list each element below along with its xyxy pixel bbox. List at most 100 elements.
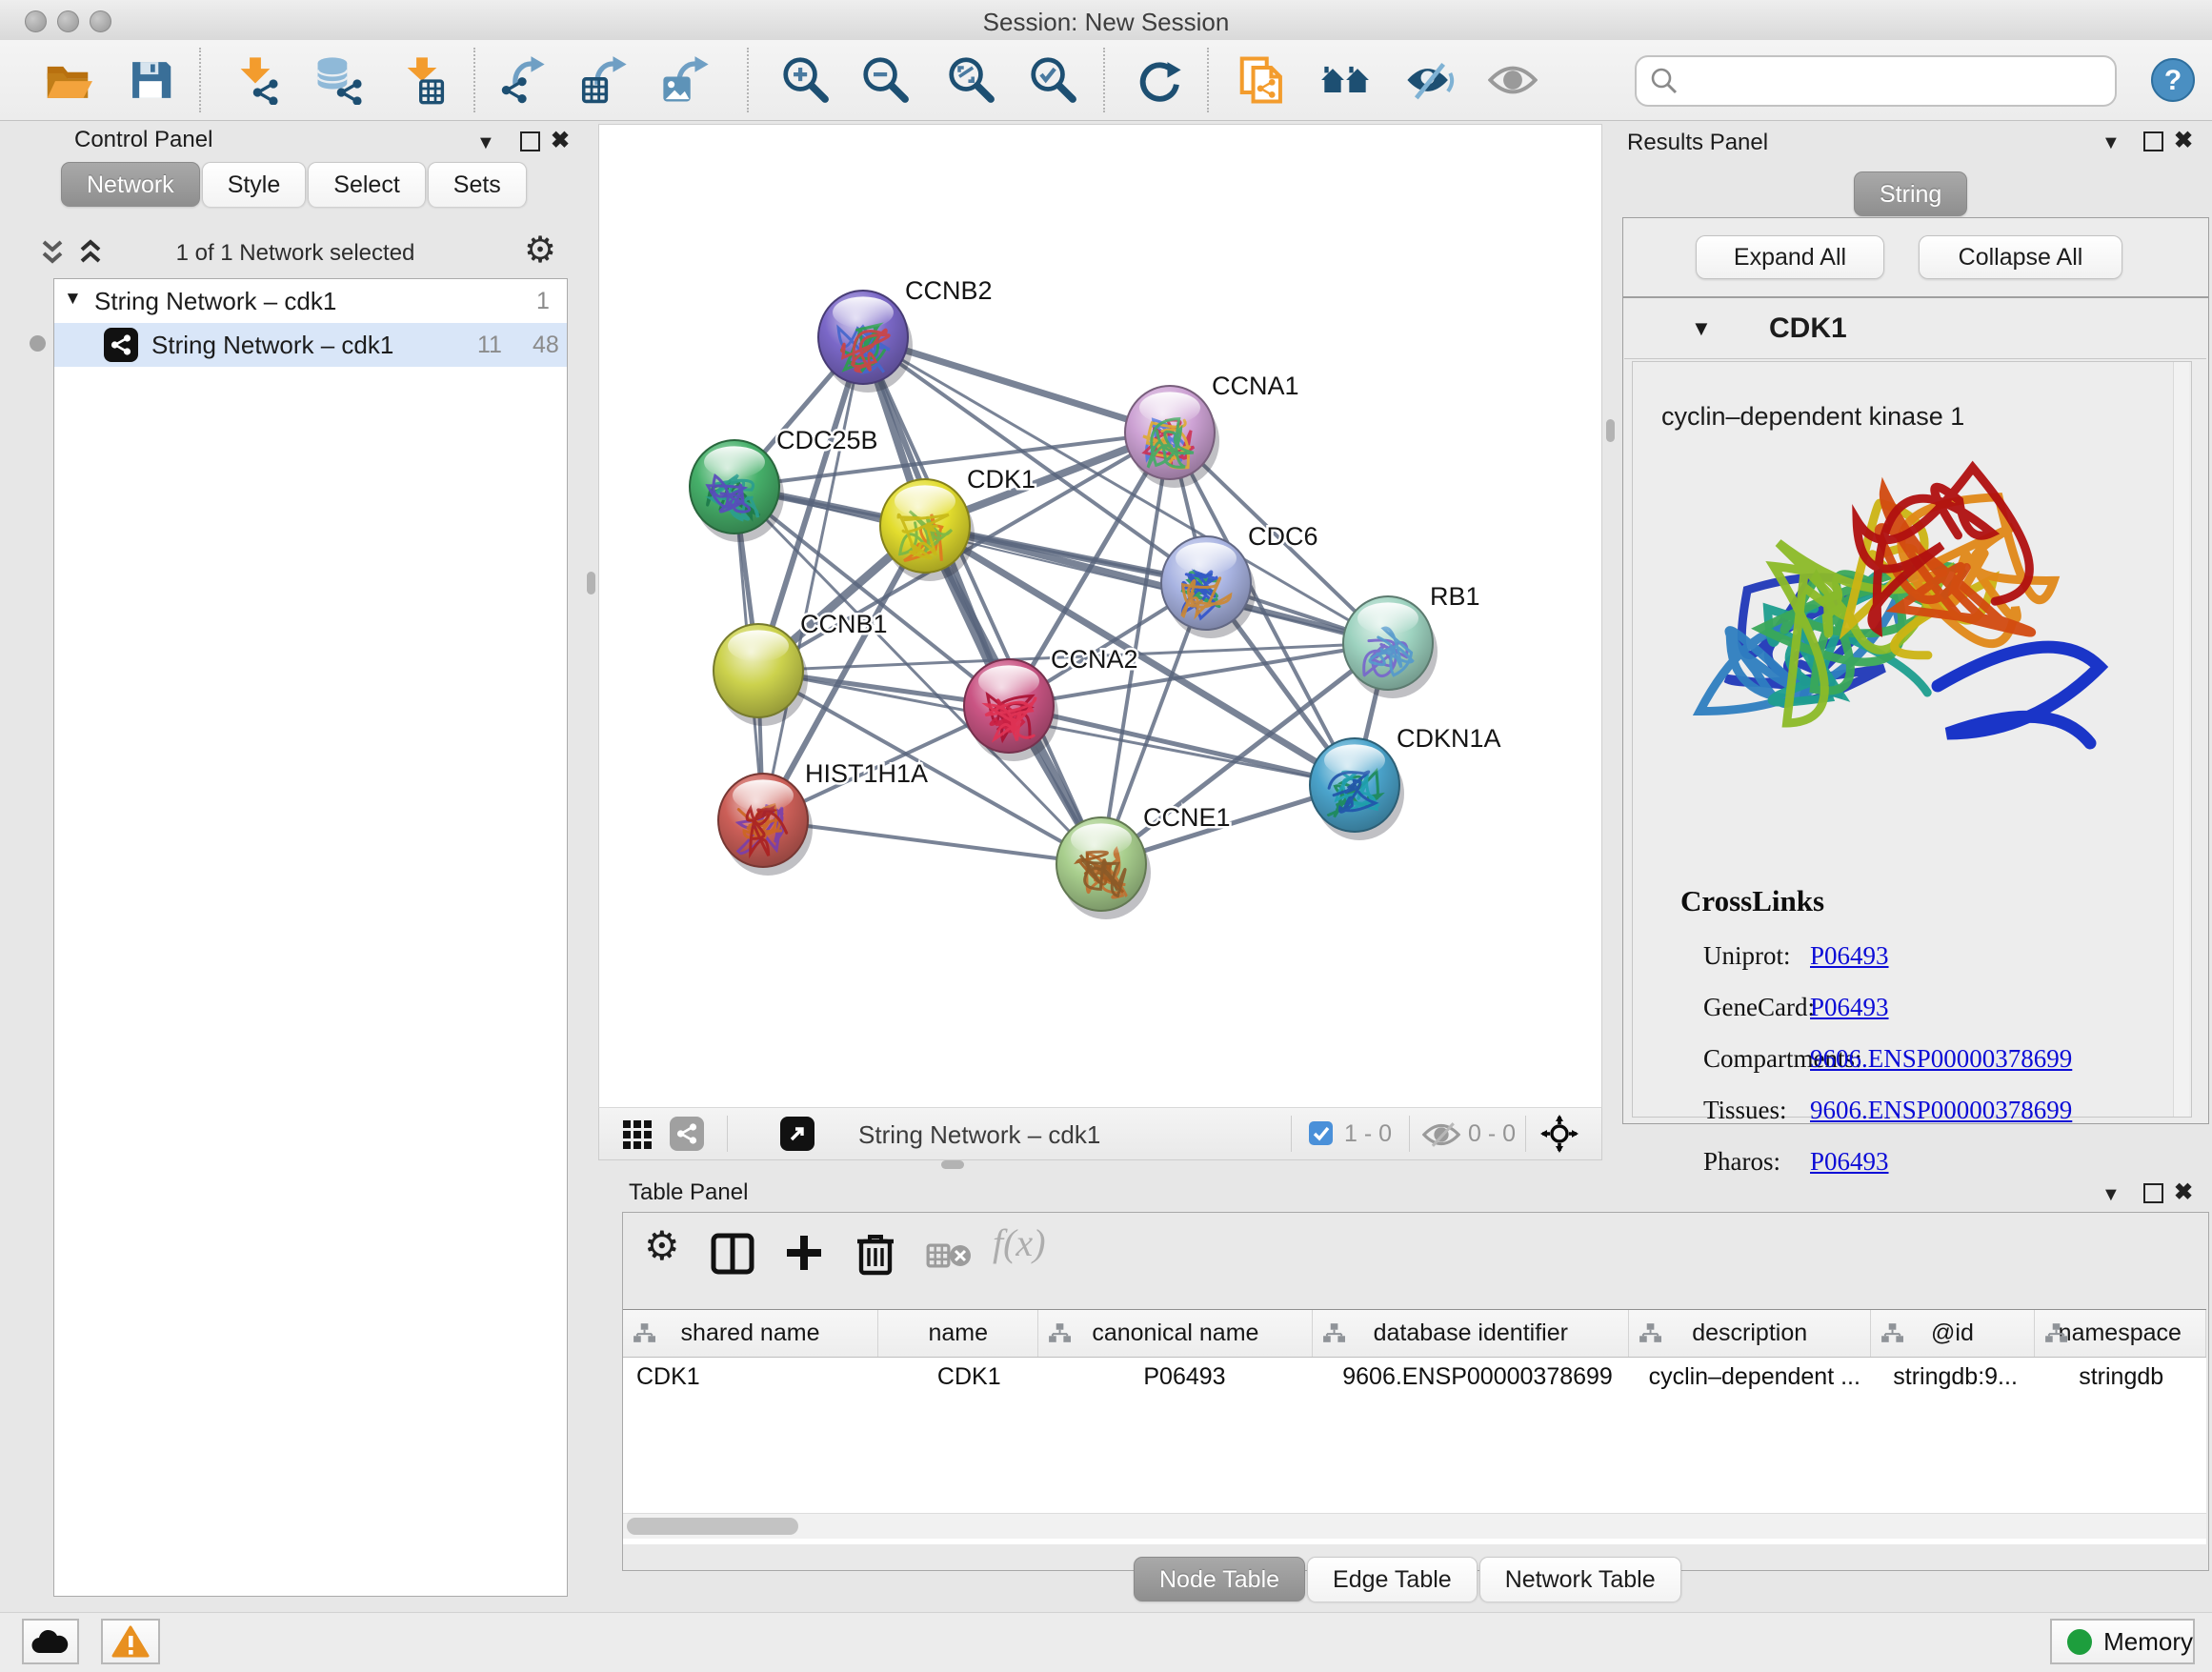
tab-edge-table[interactable]: Edge Table [1307,1557,1478,1601]
hide-selected-eye-slash-icon[interactable] [1405,55,1455,105]
help-button[interactable]: ? [2151,58,2195,102]
collapse-all-button[interactable]: Collapse All [1919,235,2122,279]
table-cell[interactable]: 9606.ENSP00000378699 [1320,1357,1634,1397]
network-node-CDKN1A[interactable]: CDKN1A [1310,724,1501,840]
delete-column-trash-icon[interactable] [855,1232,895,1276]
control-panel-close-icon[interactable]: ✖ [551,131,570,151]
crosslink-link[interactable]: P06493 [1810,941,1889,971]
table-cell[interactable]: cyclin–dependent ... [1635,1357,1875,1397]
search-input[interactable] [1684,61,2107,99]
center-view-crosshair-icon[interactable] [1540,1115,1579,1153]
network-collection-row[interactable]: ▼ String Network – cdk1 1 [54,279,567,323]
control-panel-float-icon[interactable] [520,131,540,151]
tab-network[interactable]: Network [61,162,200,207]
warnings-button[interactable] [101,1619,160,1664]
expand-all-button[interactable]: Expand All [1696,235,1884,279]
cloud-status-button[interactable] [22,1619,79,1664]
column-header-canonical-name[interactable]: canonical name [1038,1310,1313,1357]
zoom-selected-icon[interactable] [1029,55,1078,105]
network-options-gear-icon[interactable]: ⚙ [524,229,556,272]
network-node-CCNE1[interactable]: CCNE1 [1056,803,1231,919]
splitter-grip[interactable] [587,572,595,594]
gene-section-collapse-triangle-icon[interactable]: ▼ [1691,316,1712,341]
show-columns-icon[interactable] [711,1232,754,1276]
function-builder-icon[interactable]: f(x) [993,1220,1046,1265]
network-node-RB1[interactable]: RB1 [1343,582,1480,698]
table-panel-close-icon[interactable]: ✖ [2174,1183,2193,1202]
zoom-in-icon[interactable] [781,55,831,105]
table-cell[interactable]: stringdb [2036,1357,2206,1397]
tab-network-table[interactable]: Network Table [1479,1557,1681,1601]
table-cell[interactable]: stringdb:9... [1875,1357,2037,1397]
crosslink-link[interactable]: 9606.ENSP00000378699 [1810,1096,2072,1125]
show-all-eye-icon[interactable] [1488,55,1538,105]
network-share-icon[interactable] [670,1117,704,1151]
column-header-shared-name[interactable]: shared name [623,1310,878,1357]
open-in-window-icon[interactable] [780,1117,814,1151]
column-header-namespace[interactable]: namespace [2035,1310,2206,1357]
control-panel-tabs: NetworkStyleSelectSets [61,162,529,207]
add-column-plus-icon[interactable] [783,1232,825,1274]
results-scrollbar[interactable] [2173,362,2189,1117]
table-panel-collapse-icon[interactable]: ▼ [2101,1185,2121,1204]
results-panel-float-icon[interactable] [2143,131,2163,151]
column-header--id[interactable]: @id [1871,1310,2034,1357]
delete-table-icon[interactable] [926,1241,972,1270]
table-row[interactable]: CDK1CDK1P064939606.ENSP00000378699cyclin… [623,1357,2206,1397]
import-network-file-icon[interactable] [231,55,280,105]
birds-eye-grid-icon[interactable] [622,1119,653,1150]
crosslink-link[interactable]: 9606.ENSP00000378699 [1810,1044,2072,1074]
collapse-all-chevron-icon[interactable] [36,238,69,269]
tab-select[interactable]: Select [308,162,425,207]
gene-section-header[interactable]: ▼ CDK1 [1624,301,2206,359]
splitter-grip[interactable] [941,1160,964,1169]
string-home-icon[interactable] [1320,55,1370,105]
toolbar-separator [747,48,749,112]
network-canvas[interactable]: CCNB2CCNA1CDC25BCDK1CDC6RB1CCNB1CCNA2CDK… [598,124,1602,1109]
refresh-view-icon[interactable] [1134,55,1183,105]
import-network-database-icon[interactable] [314,55,364,105]
network-node-CCNA2[interactable]: CCNA2 [964,645,1138,761]
zoom-out-icon[interactable] [861,55,911,105]
collection-expand-triangle-icon[interactable]: ▼ [64,289,82,310]
duplicate-network-icon[interactable] [1237,55,1287,105]
table-options-gear-icon[interactable]: ⚙ [644,1222,680,1269]
import-table-file-icon[interactable] [397,55,447,105]
selected-checkbox-icon[interactable] [1308,1120,1334,1146]
network-node-HIST1H1A[interactable]: HIST1H1A [718,759,928,876]
network-row-selected[interactable]: String Network – cdk1 11 48 [54,323,567,367]
tab-sets[interactable]: Sets [428,162,527,207]
table-cell[interactable]: CDK1 [890,1357,1049,1397]
control-panel-collapse-icon[interactable]: ▼ [476,133,495,152]
column-header-description[interactable]: description [1629,1310,1871,1357]
column-header-name[interactable]: name [878,1310,1038,1357]
tab-node-table[interactable]: Node Table [1134,1557,1305,1601]
splitter-grip[interactable] [1606,419,1615,442]
crosslink-link[interactable]: P06493 [1810,1147,1889,1177]
export-table-icon[interactable] [579,55,629,105]
crosslink-link[interactable]: P06493 [1810,993,1889,1022]
table-cell[interactable]: CDK1 [623,1357,890,1397]
network-node-CCNB2[interactable]: CCNB2 [818,276,993,393]
network-edge-HIST1H1A-CCNE1[interactable] [763,820,1101,864]
table-cell[interactable]: P06493 [1049,1357,1321,1397]
network-status-dot [30,335,46,352]
export-network-icon[interactable] [497,55,547,105]
table-horizontal-scrollbar[interactable] [623,1513,2206,1539]
table-panel-float-icon[interactable] [2143,1183,2163,1203]
results-panel-collapse-icon[interactable]: ▼ [2101,133,2121,152]
results-panel-close-icon[interactable]: ✖ [2174,131,2193,151]
network-node-CCNB1[interactable]: CCNB1 [714,610,888,726]
save-session-icon[interactable] [126,55,175,105]
scrollbar-thumb[interactable] [627,1518,798,1535]
fit-content-icon[interactable] [947,55,996,105]
column-header-database-identifier[interactable]: database identifier [1313,1310,1629,1357]
network-node-CCNA1[interactable]: CCNA1 [1125,372,1299,488]
open-session-icon[interactable] [43,55,92,105]
tab-style[interactable]: Style [202,162,307,207]
hidden-eye-slash-icon[interactable] [1422,1121,1460,1148]
export-image-icon[interactable] [661,55,711,105]
tab-string[interactable]: String [1854,171,1967,216]
memory-button[interactable]: Memory [2050,1619,2195,1664]
expand-all-chevron-icon[interactable] [74,238,107,269]
